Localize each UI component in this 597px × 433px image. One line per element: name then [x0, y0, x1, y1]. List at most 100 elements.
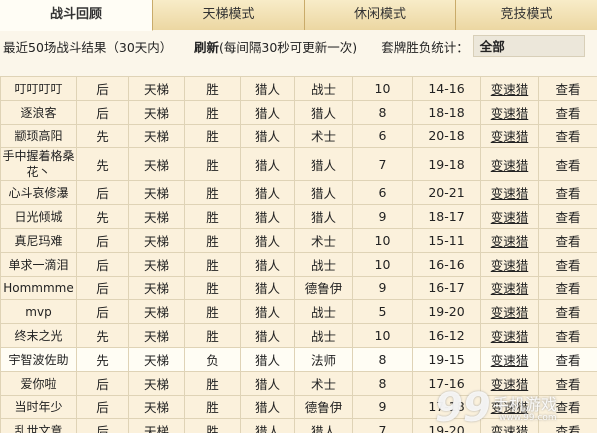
- player-name: 颛顼高阳: [0, 123, 77, 149]
- deck-name[interactable]: 变速猎: [480, 251, 539, 277]
- table-row: 颛顼高阳先天梯胜猎人 术士 6 20-18 变速猎 查看: [0, 123, 597, 149]
- opponent-class: 术士: [294, 370, 353, 396]
- turns: 10: [352, 227, 413, 253]
- deck-name[interactable]: 变速猎: [480, 299, 539, 325]
- table-row: 手中握着格桑花丶先天梯胜猎人 猎人 7 19-18 变速猎 查看: [0, 147, 597, 182]
- turn-order: 先: [76, 204, 129, 229]
- opponent-class: 法师: [294, 346, 353, 372]
- my-class: 猎人: [240, 251, 295, 277]
- turn-order: 后: [76, 227, 129, 253]
- player-name: 爱你啦: [0, 370, 77, 396]
- game-mode: 天梯: [128, 323, 185, 348]
- result: 胜: [184, 418, 241, 433]
- player-name: mvp: [0, 299, 77, 325]
- my-class: 猎人: [240, 418, 295, 433]
- deck-name[interactable]: 变速猎: [480, 123, 539, 149]
- turn-order: 后: [76, 394, 129, 420]
- opponent-class: 猎人: [294, 204, 353, 229]
- deck-name[interactable]: 变速猎: [480, 323, 539, 348]
- player-name: 心斗哀修瀑: [0, 180, 77, 206]
- view-link[interactable]: 查看: [538, 99, 597, 125]
- table-row: 宇智波佐助先天梯负猎人 法师 8 19-15 变速猎 查看: [0, 346, 597, 372]
- deck-name[interactable]: 变速猎: [480, 99, 539, 125]
- player-name: 宇智波佐助: [0, 346, 77, 372]
- tab-arena-mode[interactable]: 竞技模式: [456, 0, 597, 30]
- result: 胜: [184, 323, 241, 348]
- player-name: 当时年少: [0, 394, 77, 420]
- my-class: 猎人: [240, 370, 295, 396]
- turn-order: 后: [76, 370, 129, 396]
- view-link[interactable]: 查看: [538, 227, 597, 253]
- game-mode: 天梯: [128, 370, 185, 396]
- player-name: 真尼玛难: [0, 227, 77, 253]
- my-class: 猎人: [240, 204, 295, 229]
- tab-ladder-mode[interactable]: 天梯模式: [153, 0, 305, 30]
- health: 18-17: [412, 204, 481, 229]
- game-mode: 天梯: [128, 99, 185, 125]
- game-mode: 天梯: [128, 227, 185, 253]
- game-mode: 天梯: [128, 180, 185, 206]
- turns: 7: [352, 418, 413, 433]
- result: 胜: [184, 275, 241, 301]
- deck-stat-select[interactable]: 全部: [472, 35, 585, 57]
- turn-order: 先: [76, 147, 129, 182]
- view-link[interactable]: 查看: [538, 180, 597, 206]
- result: 胜: [184, 99, 241, 125]
- table-row: 心斗哀修瀑后天梯胜猎人 猎人 6 20-21 变速猎 查看: [0, 180, 597, 206]
- battle-summary-text: 最近50场战斗结果（30天内）: [3, 39, 173, 55]
- result: 胜: [184, 394, 241, 420]
- view-link[interactable]: 查看: [538, 123, 597, 149]
- deck-name[interactable]: 变速猎: [480, 76, 539, 101]
- health: 20-21: [412, 180, 481, 206]
- turns: 5: [352, 299, 413, 325]
- turns: 10: [352, 251, 413, 277]
- turns: 6: [352, 123, 413, 149]
- deck-name[interactable]: 变速猎: [480, 275, 539, 301]
- result: 胜: [184, 180, 241, 206]
- deck-name[interactable]: 变速猎: [480, 147, 539, 182]
- health: 16-17: [412, 275, 481, 301]
- turns: 9: [352, 394, 413, 420]
- my-class: 猎人: [240, 123, 295, 149]
- toolbar: 最近50场战斗结果（30天内） 刷新(每间隔30秒可更新一次) 套牌胜负统计： …: [0, 32, 597, 60]
- opponent-class: 猎人: [294, 147, 353, 182]
- opponent-class: 猎人: [294, 180, 353, 206]
- game-mode: 天梯: [128, 123, 185, 149]
- turns: 9: [352, 204, 413, 229]
- turn-order: 后: [76, 251, 129, 277]
- game-mode: 天梯: [128, 147, 185, 182]
- view-link[interactable]: 查看: [538, 323, 597, 348]
- turns: 7: [352, 147, 413, 182]
- player-name: 叮叮叮叮: [0, 76, 77, 101]
- view-link[interactable]: 查看: [538, 251, 597, 277]
- watermark-url: www.99.com: [499, 413, 557, 423]
- view-link[interactable]: 查看: [538, 147, 597, 182]
- player-name: 日光倾城: [0, 204, 77, 229]
- player-name: 逐浪客: [0, 99, 77, 125]
- refresh-button[interactable]: 刷新: [194, 40, 219, 55]
- result: 胜: [184, 370, 241, 396]
- view-link[interactable]: 查看: [538, 299, 597, 325]
- opponent-class: 战士: [294, 251, 353, 277]
- deck-name[interactable]: 变速猎: [480, 204, 539, 229]
- table-row: 叮叮叮叮后天梯胜猎人 战士 10 14-16 变速猎 查看: [0, 76, 597, 101]
- mode-tabs: 战斗回顾 天梯模式 休闲模式 竞技模式: [0, 0, 597, 31]
- deck-name[interactable]: 变速猎: [480, 346, 539, 372]
- deck-name[interactable]: 变速猎: [480, 227, 539, 253]
- table-row: mvp 后天梯胜猎人 战士 5 19-20 变速猎 查看: [0, 299, 597, 325]
- refresh-note: (每间隔30秒可更新一次): [219, 39, 358, 55]
- result: 胜: [184, 123, 241, 149]
- view-link[interactable]: 查看: [538, 76, 597, 101]
- table-row: 日光倾城先天梯胜猎人 猎人 9 18-17 变速猎 查看: [0, 204, 597, 229]
- view-link[interactable]: 查看: [538, 204, 597, 229]
- health: 15-11: [412, 227, 481, 253]
- deck-name[interactable]: 变速猎: [480, 180, 539, 206]
- view-link[interactable]: 查看: [538, 346, 597, 372]
- tab-battle-review[interactable]: 战斗回顾: [0, 0, 153, 31]
- view-link[interactable]: 查看: [538, 275, 597, 301]
- health: 16-16: [412, 251, 481, 277]
- game-mode: 天梯: [128, 299, 185, 325]
- opponent-class: 术士: [294, 227, 353, 253]
- tab-casual-mode[interactable]: 休闲模式: [305, 0, 456, 30]
- battle-table: 叮叮叮叮后天梯胜猎人 战士 10 14-16 变速猎 查看 逐浪客后天梯胜猎人 猎人 8 18-1…: [0, 76, 597, 433]
